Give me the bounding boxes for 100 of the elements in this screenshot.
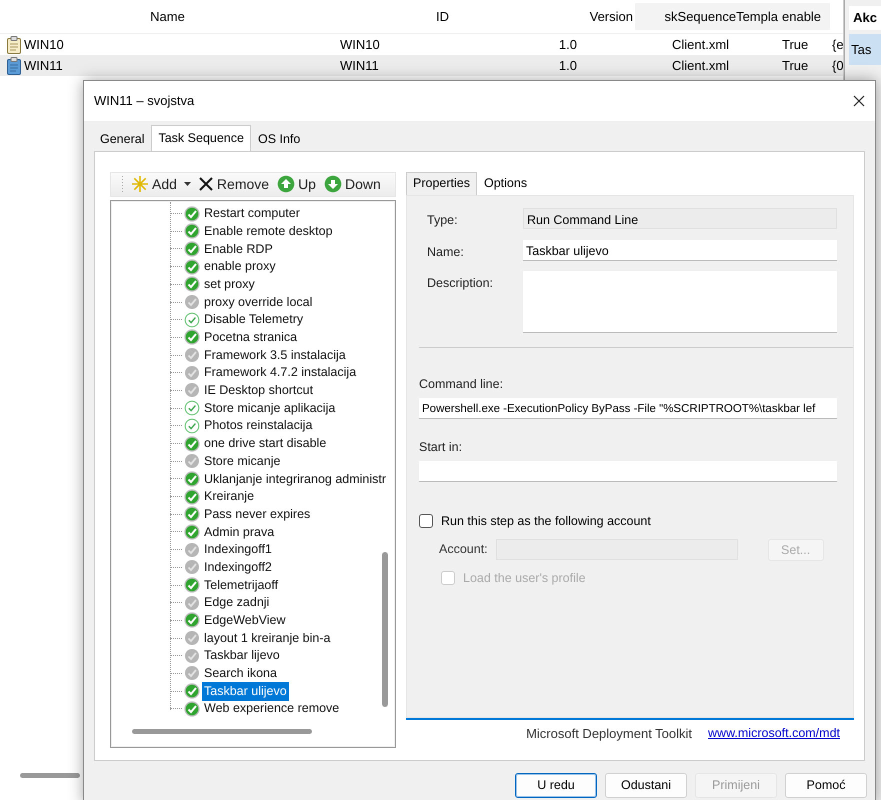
enabled-check-icon — [184, 683, 200, 700]
column-header[interactable]: ID — [436, 6, 449, 26]
website-link[interactable]: www.microsoft.com/mdt — [708, 724, 840, 744]
field-label: Start in: — [419, 439, 464, 456]
table-cell-text: True — [781, 56, 810, 75]
dialog-button[interactable]: U redu — [515, 772, 597, 798]
tree-item[interactable]: Taskbar lijevo — [202, 646, 282, 666]
enabled-check-icon — [184, 206, 200, 222]
disabled-check-icon — [184, 559, 200, 576]
tree-item[interactable]: Enable RDP — [202, 240, 275, 258]
tab[interactable]: OS Info — [250, 127, 308, 151]
tree-item[interactable]: enable proxy — [202, 257, 278, 276]
tree-item[interactable]: Taskbar ulijevo — [202, 682, 289, 701]
disabled-check-icon — [184, 648, 200, 664]
table-cell-text: WIN11 — [23, 56, 64, 75]
tree-item[interactable]: set proxy — [202, 274, 257, 294]
toolbar-button[interactable]: Up — [276, 174, 317, 195]
tree-item[interactable]: Framework 4.7.2 instalacija — [202, 363, 358, 382]
enabled-check-icon — [184, 700, 200, 717]
outline-check-icon — [184, 418, 200, 434]
disabled-check-icon — [184, 542, 200, 558]
table-cell-text: 1.0 — [558, 36, 578, 54]
toolbar-button[interactable]: Add — [130, 174, 178, 195]
tree-item[interactable]: Web experience remove — [202, 699, 342, 718]
enabled-check-icon — [184, 506, 200, 522]
tree-item[interactable]: Indexingoff2 — [202, 558, 274, 577]
toolbar-button[interactable]: Down — [322, 174, 382, 195]
disabled-check-icon — [184, 294, 200, 310]
tree-item[interactable]: Search ikona — [202, 664, 279, 683]
checkbox[interactable] — [419, 514, 433, 528]
scrollbar-thumb[interactable] — [132, 728, 312, 734]
enabled-check-icon — [184, 258, 200, 275]
enabled-check-icon — [184, 276, 200, 292]
dialog-button[interactable]: Pomoć — [785, 772, 867, 798]
input-field[interactable]: Taskbar ulijevo — [523, 240, 837, 260]
disabled-check-icon — [184, 453, 200, 470]
checkbox-label: Run this step as the following account — [441, 512, 651, 530]
tree-item[interactable]: Photos reinstalacija — [202, 416, 314, 436]
input-field[interactable] — [523, 271, 837, 334]
tree-item[interactable]: Restart computer — [202, 204, 302, 223]
tree-item[interactable]: Admin prava — [202, 522, 276, 542]
caret-icon — [184, 182, 191, 186]
tree-item[interactable]: Kreiranje — [202, 487, 256, 506]
enabled-check-icon — [184, 577, 200, 594]
tree-item[interactable]: Uklanjanje integriranog administr — [202, 470, 388, 488]
tree-item[interactable]: Pocetna stranica — [202, 328, 300, 347]
table-cell-text: WIN10 — [339, 36, 381, 54]
clipboard-icon — [6, 56, 22, 74]
checkbox-label: Load the user's profile — [463, 570, 586, 587]
dialog-button[interactable]: Odustani — [605, 772, 687, 798]
disabled-check-icon — [184, 630, 200, 646]
field-label: Name: — [427, 244, 465, 260]
tree-item[interactable]: EdgeWebView — [202, 611, 288, 630]
disabled-check-icon — [184, 347, 200, 364]
tree-item[interactable]: layout 1 kreiranje bin-a — [202, 628, 332, 648]
field-label: Account: — [439, 541, 488, 558]
enabled-check-icon — [184, 223, 200, 240]
enabled-check-icon — [184, 524, 200, 540]
pane-title: Akc — [849, 6, 881, 30]
table-cell-text: True — [781, 36, 810, 54]
tab[interactable]: Properties — [406, 172, 477, 195]
input-field[interactable] — [419, 460, 837, 482]
table-cell-text: Client.xml — [671, 56, 730, 75]
tree-item[interactable]: Store micanje — [202, 452, 282, 471]
action-item[interactable]: Tas — [849, 34, 881, 65]
toolbar-button[interactable]: Remove — [196, 174, 270, 195]
outline-check-icon — [184, 400, 200, 416]
disabled-check-icon — [184, 382, 200, 398]
enabled-check-icon — [184, 470, 200, 487]
tab[interactable]: General — [93, 127, 152, 151]
clipboard-icon — [6, 36, 22, 54]
table-cell-text: WIN10 — [23, 36, 65, 54]
enabled-check-icon — [184, 240, 200, 257]
outline-check-icon — [184, 312, 200, 328]
tree-item[interactable]: IE Desktop shortcut — [202, 381, 316, 400]
tree-item[interactable]: Pass never expires — [202, 504, 312, 524]
tree-item[interactable]: Enable remote desktop — [202, 222, 335, 241]
enabled-check-icon — [184, 436, 200, 452]
close-icon[interactable] — [853, 95, 865, 107]
tree-item[interactable]: Telemetrijaoff — [202, 576, 280, 594]
tree-item[interactable]: Edge zadnji — [202, 593, 272, 612]
table-cell-text: WIN11 — [339, 56, 380, 75]
tab[interactable]: Options — [476, 171, 534, 195]
column-header[interactable]: Version — [590, 6, 633, 26]
input-field[interactable]: Powershell.exe -ExecutionPolicy ByPass -File "%SCRIPTROOT%\taskbar lef — [419, 398, 837, 419]
disabled-check-icon — [184, 665, 200, 682]
grip-icon — [121, 175, 124, 194]
scrollbar-thumb[interactable] — [382, 552, 388, 707]
tree-item[interactable]: proxy override local — [202, 292, 314, 312]
tree-item[interactable]: Store micanje aplikacija — [202, 398, 338, 418]
table-cell-text: {0 — [831, 56, 844, 75]
tree-item[interactable]: Framework 3.5 instalacija — [202, 346, 348, 364]
tree-item[interactable]: Indexingoff1 — [202, 540, 274, 560]
tab[interactable]: Task Sequence — [151, 125, 251, 151]
field-label: Command line: — [419, 376, 504, 394]
column-header[interactable]: Name — [150, 6, 185, 26]
footer-text: Microsoft Deployment Toolkit — [526, 725, 692, 743]
tree-item[interactable]: one drive start disable — [202, 434, 328, 453]
close-icon — [198, 176, 214, 192]
tree-item[interactable]: Disable Telemetry — [202, 310, 306, 330]
